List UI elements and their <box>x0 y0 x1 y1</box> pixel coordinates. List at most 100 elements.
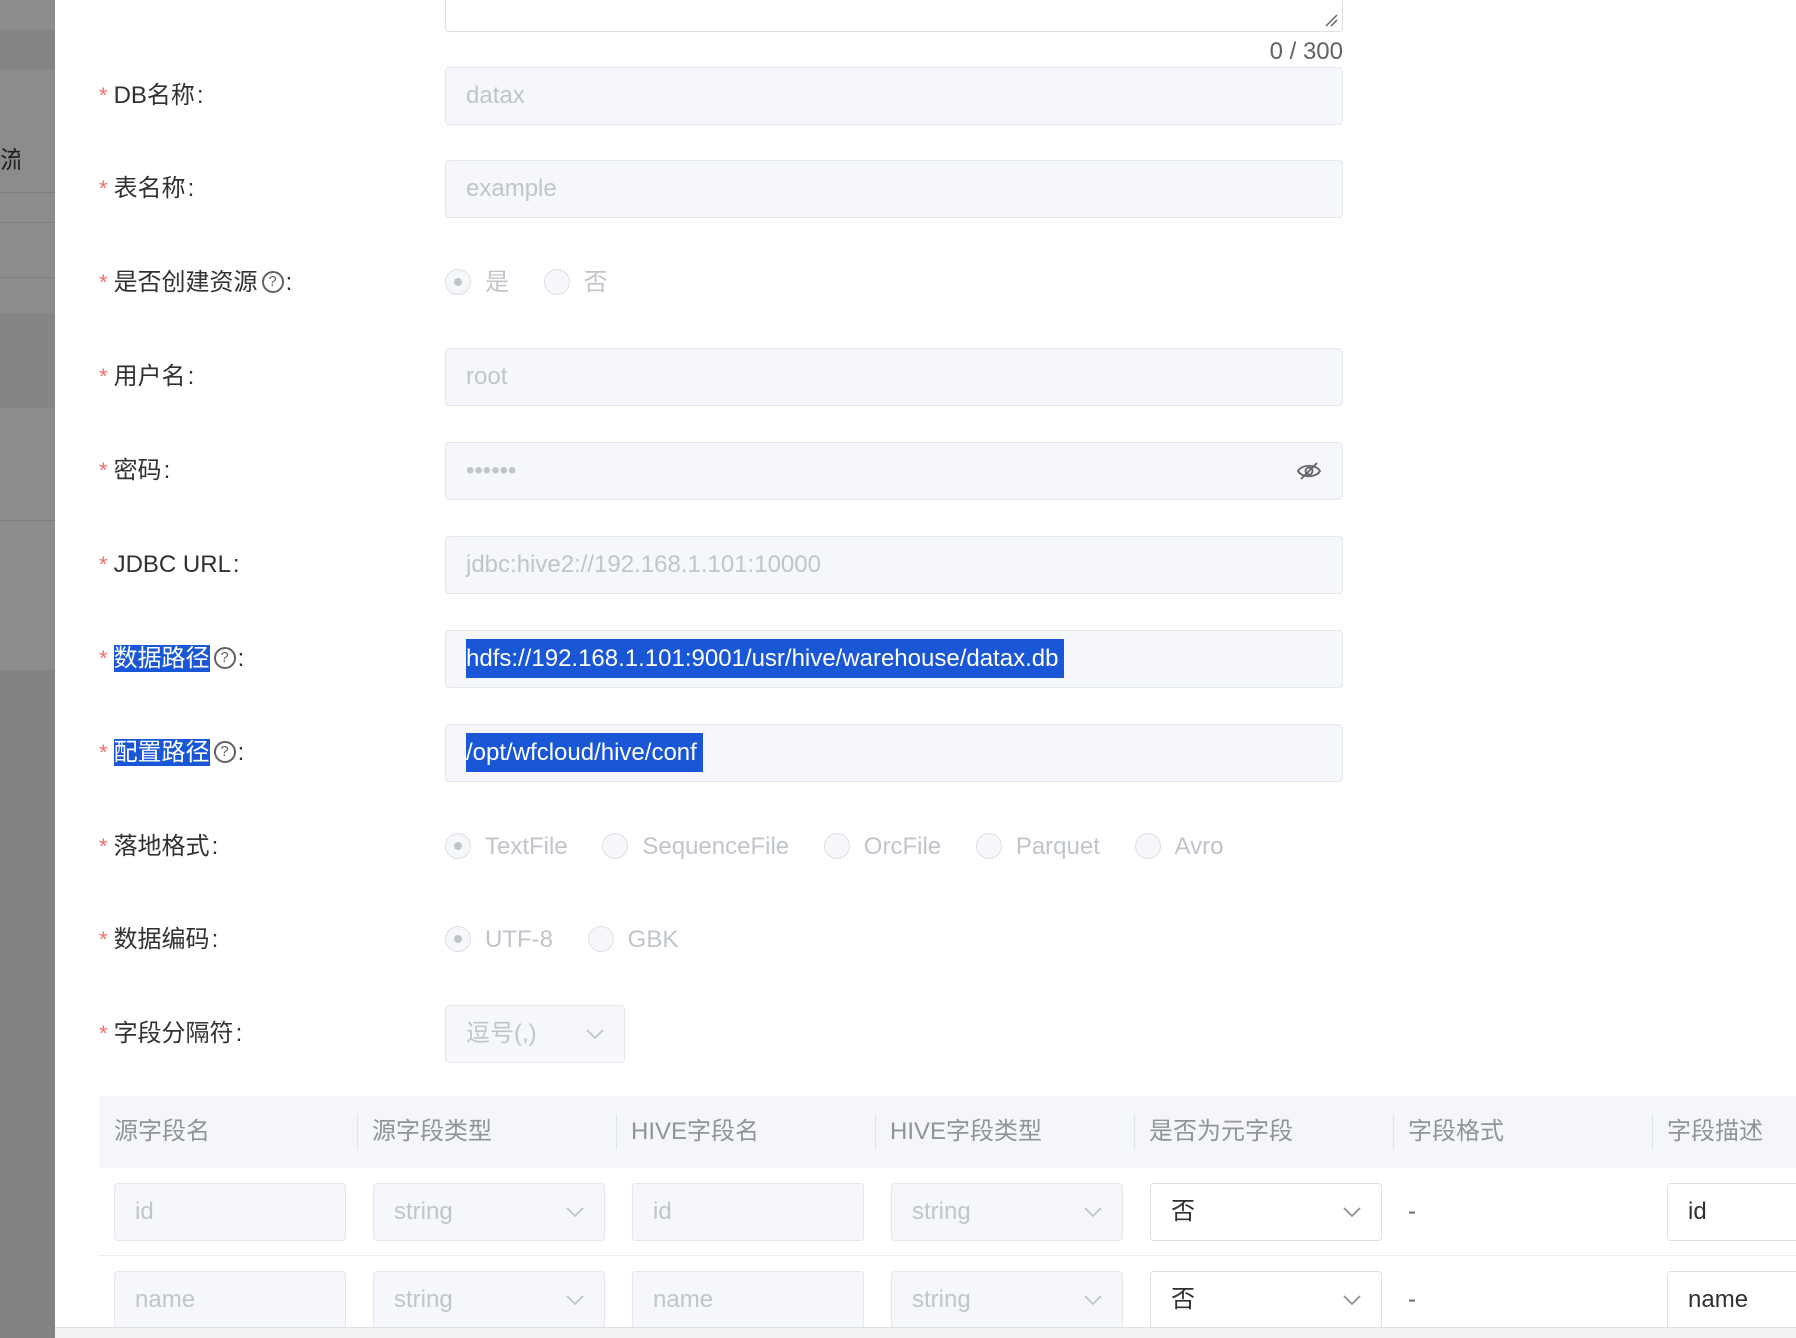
column-header: 字段格式 <box>1408 1118 1504 1145</box>
form-row-delimiter: * 字段分隔符: 逗号(,) <box>55 1005 1796 1063</box>
radio-parquet[interactable]: Parquet <box>975 818 1100 876</box>
required-mark: * <box>99 834 108 859</box>
form-row-create-resource: * 是否创建资源?: 是 否 <box>55 254 1796 312</box>
required-mark: * <box>99 83 108 108</box>
chevron-down-icon <box>586 1029 604 1040</box>
radio-sequencefile[interactable]: SequenceFile <box>602 818 789 876</box>
username-label: * 用户名: <box>99 363 195 390</box>
radio-orcfile[interactable]: OrcFile <box>823 818 941 876</box>
form-drawer: 0 / 300 * DB名称: datax * 表名称: example * 是否创建… <box>55 0 1796 1338</box>
password-value: •••••• <box>466 457 517 484</box>
table-header: 源字段名 源字段类型 HIVE字段名 HIVE字段类型 是否为元字段 字段格式 … <box>99 1096 1796 1168</box>
radio-checked-icon <box>445 832 471 859</box>
config-path-label: * 配置路径?: <box>99 739 245 766</box>
required-mark: * <box>99 646 108 671</box>
radio-avro[interactable]: Avro <box>1134 818 1223 876</box>
description-word-count: 0 / 300 <box>1269 38 1343 65</box>
required-mark: * <box>99 176 108 201</box>
delimiter-select[interactable]: 逗号(,) <box>445 1005 625 1063</box>
hive-name-input[interactable]: id <box>632 1183 864 1241</box>
form-row-password: * 密码: •••••• <box>55 442 1796 500</box>
hive-type-select[interactable]: string <box>891 1271 1123 1329</box>
radio-checked-icon <box>445 925 471 952</box>
radio-create-resource-yes[interactable]: 是 <box>445 254 509 312</box>
radio-unchecked-icon <box>975 832 1002 859</box>
radio-unchecked-icon <box>587 925 614 952</box>
form-row-table-name: * 表名称: example <box>55 160 1796 218</box>
column-header: HIVE字段名 <box>631 1118 760 1145</box>
radio-unchecked-icon <box>1134 832 1161 859</box>
source-name-input[interactable]: name <box>114 1271 346 1329</box>
create-resource-label: * 是否创建资源?: <box>99 269 293 296</box>
form-row-config-path: * 配置路径?: /opt/wfcloud/hive/conf <box>55 724 1796 782</box>
required-mark: * <box>99 552 108 577</box>
sidebar-block <box>0 670 55 1338</box>
source-name-input[interactable]: id <box>114 1183 346 1241</box>
source-type-select[interactable]: string <box>373 1183 605 1241</box>
required-mark: * <box>99 1021 108 1046</box>
radio-checked-icon <box>445 268 471 295</box>
chevron-down-icon <box>566 1295 584 1306</box>
is-meta-select[interactable]: 否 <box>1150 1183 1382 1241</box>
table-name-label: * 表名称: <box>99 175 195 202</box>
background-sidebar-overlay: 流 <box>0 0 55 1338</box>
data-path-label: * 数据路径?: <box>99 645 245 672</box>
field-description-input[interactable]: name <box>1667 1271 1796 1329</box>
chevron-down-icon <box>1084 1207 1102 1218</box>
required-mark: * <box>99 364 108 389</box>
encoding-label: * 数据编码: <box>99 926 219 953</box>
radio-unchecked-icon <box>543 268 570 295</box>
required-mark: * <box>99 270 108 295</box>
radio-create-resource-no[interactable]: 否 <box>543 254 608 312</box>
sidebar-divider <box>0 192 55 193</box>
form-row-data-path: * 数据路径?: hdfs://192.168.1.101:9001/usr/hi… <box>55 630 1796 688</box>
help-icon[interactable]: ? <box>261 270 284 293</box>
is-meta-select[interactable]: 否 <box>1150 1271 1382 1329</box>
db-name-input[interactable]: datax <box>445 67 1343 125</box>
required-mark: * <box>99 927 108 952</box>
sidebar-block <box>0 30 55 70</box>
table-row: name string name string 否 - name <box>99 1256 1796 1338</box>
table-name-input[interactable]: example <box>445 160 1343 218</box>
sidebar-divider <box>0 222 55 223</box>
form-row-username: * 用户名: root <box>55 348 1796 406</box>
column-header: 源字段名 <box>114 1118 210 1145</box>
description-textarea[interactable] <box>445 0 1343 32</box>
field-format-value: - <box>1408 1198 1416 1225</box>
chevron-down-icon <box>1343 1207 1361 1218</box>
radio-textfile[interactable]: TextFile <box>445 818 568 876</box>
chevron-down-icon <box>566 1207 584 1218</box>
radio-gbk[interactable]: GBK <box>587 911 678 969</box>
radio-unchecked-icon <box>823 832 850 859</box>
field-description-input[interactable]: id <box>1667 1183 1796 1241</box>
horizontal-scrollbar[interactable] <box>55 1327 1796 1338</box>
config-path-input[interactable]: /opt/wfcloud/hive/conf <box>445 724 1343 782</box>
delimiter-value: 逗号(,) <box>466 1020 537 1047</box>
eye-off-icon[interactable] <box>1296 460 1322 482</box>
help-icon[interactable]: ? <box>213 740 236 763</box>
hive-type-select[interactable]: string <box>891 1183 1123 1241</box>
delimiter-label: * 字段分隔符: <box>99 1020 243 1047</box>
radio-utf8[interactable]: UTF-8 <box>445 911 553 969</box>
password-label: * 密码: <box>99 457 171 484</box>
form-row-file-format: * 落地格式: TextFile SequenceFile OrcFile Par… <box>55 818 1796 876</box>
data-path-input[interactable]: hdfs://192.168.1.101:9001/usr/hive/wareh… <box>445 630 1343 688</box>
jdbc-url-label: * JDBC URL: <box>99 551 240 578</box>
password-input[interactable]: •••••• <box>445 442 1343 500</box>
source-type-select[interactable]: string <box>373 1271 605 1329</box>
hive-name-input[interactable]: name <box>632 1271 864 1329</box>
encoding-radio-group: UTF-8 GBK <box>445 911 706 969</box>
resize-grip-icon[interactable] <box>1324 13 1338 27</box>
column-header: 源字段类型 <box>372 1118 492 1145</box>
field-format-value: - <box>1408 1286 1416 1313</box>
chevron-down-icon <box>1084 1295 1102 1306</box>
file-format-label: * 落地格式: <box>99 833 219 860</box>
username-input[interactable]: root <box>445 348 1343 406</box>
required-mark: * <box>99 458 108 483</box>
db-name-label: * DB名称: <box>99 82 204 109</box>
help-icon[interactable]: ? <box>213 646 236 669</box>
radio-unchecked-icon <box>602 832 629 859</box>
jdbc-url-input[interactable]: jdbc:hive2://192.168.1.101:10000 <box>445 536 1343 594</box>
column-header: HIVE字段类型 <box>890 1118 1043 1145</box>
required-mark: * <box>99 740 108 765</box>
